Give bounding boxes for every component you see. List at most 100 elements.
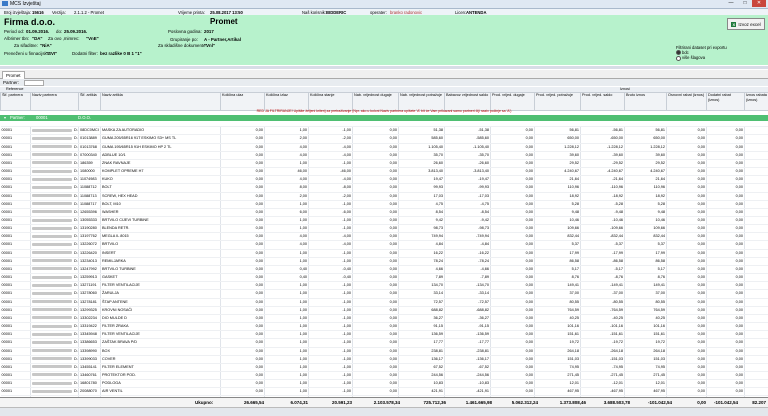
table-row[interactable]: 00001D.O.O.13055333BRTVILO CIJEVI TURBIN… xyxy=(1,217,768,225)
column-header[interactable]: Osnovni rabat (iznos) xyxy=(667,93,707,111)
table-row[interactable]: 00001D.O.O.13197762MEGLA IL 80150,004,00… xyxy=(1,233,768,241)
table-row[interactable]: 00001D.O.O.186359ZNAK RAVNAJE0,001,00-1,… xyxy=(1,159,768,167)
table-row[interactable]: 00001D.O.O.13247992BRTVILO TURBINE0,000,… xyxy=(1,265,768,273)
table-cell: 0,00 xyxy=(745,208,768,216)
group-by-chip[interactable] xyxy=(24,80,44,86)
table-row[interactable]: 00001D.O.O.13299325KROVNI NOSAČI0,001,00… xyxy=(1,306,768,314)
table-cell: -10,83 xyxy=(445,380,491,388)
table-row[interactable]: 00001D.O.O.07000340ADBLUE 10/10,004,00-4… xyxy=(1,151,768,159)
table-row[interactable]: 00001D.O.O.08DC0MCIMASKA ZA AUTORADIO0,0… xyxy=(1,127,768,135)
table-cell: 0,00 xyxy=(221,184,265,192)
column-header[interactable]: Prod. vrijed. potražuje xyxy=(535,93,581,111)
table-row[interactable]: 00001D.O.O.12655396WASHER0,006,00-6,000,… xyxy=(1,208,768,216)
table-cell: WASHER xyxy=(101,208,221,216)
grouping-value: A - Partner,Artikal xyxy=(204,37,241,42)
table-cell: 0,00 xyxy=(353,298,399,306)
table-row[interactable]: 00001D.O.O.13319422FILTER ZRAKA0,001,00-… xyxy=(1,323,768,331)
column-header[interactable]: Naziv partnera xyxy=(31,93,79,111)
table-cell: 0,00 xyxy=(667,168,707,176)
table-cell: -585,60 xyxy=(445,135,491,143)
column-header[interactable]: Iznos rabata (iznos) xyxy=(745,93,768,111)
radio-icon[interactable] xyxy=(676,56,681,61)
table-row[interactable]: 00001D.O.O.20088070AIR VENTIL0,001,00-1,… xyxy=(1,388,768,396)
close-button[interactable]: ✕ xyxy=(752,0,766,7)
table-cell: 1,00 xyxy=(265,347,309,355)
table-row[interactable]: 00001D.O.O.11088717BOLT, M100,001,00-1,0… xyxy=(1,200,768,208)
expand-icon[interactable]: ▾ xyxy=(4,115,6,121)
table-cell: D.O.O. xyxy=(31,176,79,184)
minimize-button[interactable]: — xyxy=(724,0,738,7)
total-value: 20.591,23 xyxy=(312,400,352,405)
sifra-value: "NiA" xyxy=(40,43,52,48)
table-cell: 11088712 xyxy=(79,184,101,192)
column-header[interactable]: Količina izlaz xyxy=(265,93,309,111)
table-cell: -67,52 xyxy=(445,363,491,371)
table-row[interactable]: 00001D.O.O.11088713SCREW, HEX HEAD0,002,… xyxy=(1,192,768,200)
column-header[interactable]: Nab. vrijednost dugaje xyxy=(353,93,399,111)
table-row[interactable]: 00001D.O.O.01013768GUMA 195/65R15 91H ES… xyxy=(1,143,768,151)
table-cell: 13302234 xyxy=(79,314,101,322)
table-cell: MASKA ZA AUTORADIO xyxy=(101,127,221,135)
table-row[interactable]: 00001D.O.O.13190280BLENDA RETR.0,001,00-… xyxy=(1,225,768,233)
column-header[interactable]: Naziv artikla xyxy=(101,93,221,111)
table-cell: -6,00 xyxy=(309,208,353,216)
column-header[interactable]: Babavoz vrijednost saldo xyxy=(445,93,491,111)
table-row[interactable]: 00001D.O.O.01013889GUMA 205/55R16 91T ES… xyxy=(1,135,768,143)
table-cell: 832,44 xyxy=(625,233,667,241)
table-row[interactable]: 00001D.O.O.13460761PROTEKTOR POD.0,001,0… xyxy=(1,371,768,379)
column-header[interactable]: Nab. vrijednost potražuje xyxy=(399,93,445,111)
table-row[interactable]: 00001D.O.O.16801780PODLOGA0,001,00-1,000… xyxy=(1,380,768,388)
table-row[interactable]: 00001D.O.O.13399033COVER0,001,00-1,000,0… xyxy=(1,355,768,363)
table-row[interactable]: 00001D.O.O.13278181ŠTAP ANTENE0,001,00-1… xyxy=(1,298,768,306)
table-cell: 0,00 xyxy=(353,192,399,200)
table-row[interactable]: 00001D.O.O.13226420INSERT0,001,00-1,000,… xyxy=(1,249,768,257)
table-cell: 21,64 xyxy=(625,176,667,184)
table-cell: 67,52 xyxy=(399,363,445,371)
table-cell: -35,70 xyxy=(445,151,491,159)
table-row[interactable]: 00001D.O.O.13234013REMILJARKA0,001,00-1,… xyxy=(1,257,768,265)
partner-group-row[interactable]: ▾ Partner: 00001 D.O.O. xyxy=(0,115,768,121)
table-cell: 136,59 xyxy=(399,331,445,339)
column-header[interactable]: Šif. partnera xyxy=(1,93,31,111)
maximize-button[interactable]: □ xyxy=(738,0,752,7)
collapse-splitter[interactable] xyxy=(0,66,768,69)
table-cell: -2,00 xyxy=(309,192,353,200)
table-cell: 0,00 xyxy=(667,323,707,331)
table-cell: 0,00 xyxy=(707,217,745,225)
period-from: 01.09.2016. xyxy=(26,29,49,34)
table-row[interactable]: 00001D.O.O.13302234DIO MULDE D0,001,00-1… xyxy=(1,314,768,322)
tab-promet[interactable]: Promet xyxy=(2,71,25,79)
table-row[interactable]: 00001D.O.O.13386653ZAŠTAK BRAVA P/D0,001… xyxy=(1,339,768,347)
table-cell: BOX xyxy=(101,347,221,355)
redacted-text xyxy=(32,219,72,222)
table-cell: 1,00 xyxy=(265,339,309,347)
table-cell: 0,00 xyxy=(745,290,768,298)
table-row[interactable]: 00001D.O.O.13226072BRTVILO0,004,00-4,000… xyxy=(1,241,768,249)
table-cell: -9,42 xyxy=(445,217,491,225)
column-header[interactable]: Prod. vrijed. dugaje xyxy=(491,93,535,111)
column-header[interactable]: Šif. artikla xyxy=(79,93,101,111)
table-row[interactable]: 00001D.O.O.13398990BOX0,001,00-1,000,002… xyxy=(1,347,768,355)
export-option-2[interactable]: više šlagova xyxy=(676,55,727,60)
period-to-label: do: xyxy=(56,29,62,34)
column-header[interactable]: Količina stanje xyxy=(309,93,353,111)
column-header[interactable]: Prod. vrijed. saldo xyxy=(581,93,625,111)
table-row[interactable]: 00001D.O.O.13345948FILTER VENTILACIJE0,0… xyxy=(1,331,768,339)
table-row[interactable]: 00001D.O.O.1080000KOMPLET OPREME H70,004… xyxy=(1,168,768,176)
column-header[interactable]: Bruto iznos xyxy=(625,93,667,111)
table-cell: 0,00 xyxy=(221,168,265,176)
table-cell: 0,00 xyxy=(491,274,535,282)
table-cell: 0,00 xyxy=(707,151,745,159)
redacted-text xyxy=(32,308,72,311)
table-row[interactable]: 00001D.O.O.11088712BOLT0,008,00-8,000,00… xyxy=(1,184,768,192)
table-row[interactable]: 00001D.O.O.13278060ŽARULJA0,001,00-1,000… xyxy=(1,290,768,298)
table-row[interactable]: 00001D.O.O.13271191FILTER VENTILACIJE0,0… xyxy=(1,282,768,290)
column-header[interactable]: Dodatni rabat (iznos) xyxy=(707,93,745,111)
table-row[interactable]: 00001D.O.O.13259913GASKET0,000,40-0,400,… xyxy=(1,274,768,282)
table-cell: 186359 xyxy=(79,159,101,167)
table-row[interactable]: 00001D.O.O.13455141FILTER ELEMENT0,001,0… xyxy=(1,363,768,371)
table-cell: -1,00 xyxy=(309,217,353,225)
export-excel-button[interactable]: X Izvoz excel xyxy=(727,18,765,30)
table-row[interactable]: 00001D.O.O.11074983KUKO0,004,00-4,000,00… xyxy=(1,176,768,184)
column-header[interactable]: Količina ulaz xyxy=(221,93,265,111)
